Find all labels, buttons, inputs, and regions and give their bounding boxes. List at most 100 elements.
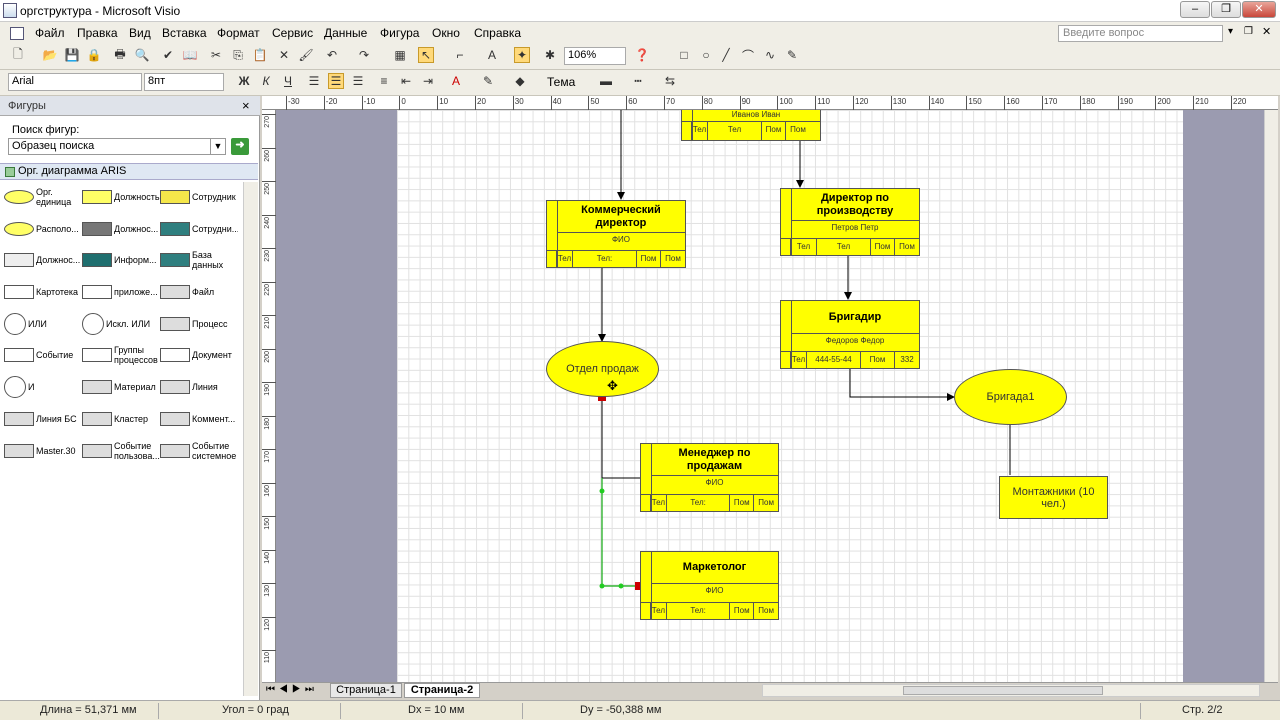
stencil-shape[interactable]: Должнос... xyxy=(4,245,82,275)
line-ends-icon[interactable]: ⇆ xyxy=(662,73,678,89)
stamp-tool-icon[interactable]: ✱ xyxy=(542,47,558,63)
stencil-shape[interactable]: Коммент... xyxy=(160,404,238,434)
stencil-shape[interactable]: приложе... xyxy=(82,277,160,307)
production-director-shape[interactable]: Директор по производству Петров Петр Тел… xyxy=(780,188,920,256)
stencil-shape[interactable]: Группы процессов xyxy=(82,340,160,370)
stencil-shape[interactable]: Искл. ИЛИ xyxy=(82,309,160,339)
bullets-icon[interactable]: ≡ xyxy=(376,73,392,89)
stencil-shape[interactable]: Линия БС xyxy=(4,404,82,434)
stencil-shape[interactable]: Располо... xyxy=(4,214,82,244)
copy-icon[interactable]: ⎘ xyxy=(230,47,246,63)
stencil-shape[interactable]: Событие xyxy=(4,340,82,370)
horizontal-scrollbar[interactable] xyxy=(762,684,1260,697)
cut-icon[interactable]: ✂ xyxy=(208,47,224,63)
stencil-shape[interactable]: Файл xyxy=(160,277,238,307)
menu-view[interactable]: Вид xyxy=(129,26,151,40)
top-director-shape[interactable]: Иванов Иван Тел Тел Пом Пом xyxy=(681,108,821,141)
scroll-thumb[interactable] xyxy=(903,686,1103,695)
pointer-tool-icon[interactable]: ↖ xyxy=(418,47,434,63)
stencil-shape[interactable]: Сотрудник xyxy=(160,182,238,212)
permission-icon[interactable]: 🔒 xyxy=(86,47,102,63)
stencil-shape[interactable]: Картотека xyxy=(4,277,82,307)
brigada-shape[interactable]: Бригада1 xyxy=(954,369,1067,425)
stencil-shape[interactable]: Процесс xyxy=(160,309,238,339)
stencil-shape[interactable]: Линия xyxy=(160,372,238,402)
stencil-shape[interactable]: Кластер xyxy=(82,404,160,434)
stencil-shape[interactable]: Событие пользова... xyxy=(82,436,160,466)
sales-manager-shape[interactable]: Менеджер по продажам ФИО Тел Тел: Пом Пом xyxy=(640,443,779,512)
menu-edit[interactable]: Правка xyxy=(77,26,118,40)
line-pattern-icon[interactable]: ┅ xyxy=(630,73,646,89)
close-button[interactable]: ✕ xyxy=(1242,1,1276,18)
print-icon[interactable]: 🖶 xyxy=(112,47,128,63)
search-dropdown-icon[interactable]: ▼ xyxy=(210,139,225,154)
stencil-shape[interactable]: Должность xyxy=(82,182,160,212)
font-size-combo[interactable]: 8пт xyxy=(144,73,224,91)
shapes-window-icon[interactable]: ▦ xyxy=(392,47,408,63)
menu-data[interactable]: Данные xyxy=(324,26,367,40)
decrease-indent-icon[interactable]: ⇤ xyxy=(398,73,414,89)
connector-tool-icon[interactable]: ⌐ xyxy=(452,47,468,63)
brigadir-shape[interactable]: Бригадир Федоров Федор Тел 444-55-44 Пом 33… xyxy=(780,300,920,369)
marketer-shape[interactable]: Маркетолог ФИО Тел Тел: Пом Пом xyxy=(640,551,779,620)
open-icon[interactable]: 📂 xyxy=(42,47,58,63)
menu-format[interactable]: Формат xyxy=(217,26,260,40)
stencil-shape[interactable]: Орг. единица xyxy=(4,182,82,212)
font-color-icon[interactable]: A xyxy=(448,73,464,89)
stencil-shape[interactable]: Должнос... xyxy=(82,214,160,244)
sales-department-shape[interactable]: Отдел продаж xyxy=(546,341,659,397)
menu-tools[interactable]: Сервис xyxy=(272,26,313,40)
minimize-button[interactable]: – xyxy=(1180,1,1210,18)
tab-page-2[interactable]: Страница-2 xyxy=(404,683,480,698)
stencil-shape[interactable]: Материал xyxy=(82,372,160,402)
freeform-tool-icon[interactable]: ∿ xyxy=(762,47,778,63)
line-weight-icon[interactable]: ▬ xyxy=(598,73,614,89)
line-tool-icon[interactable]: ╱ xyxy=(718,47,734,63)
print-preview-icon[interactable]: 🔍 xyxy=(134,47,150,63)
stencil-shape[interactable]: Событие системное xyxy=(160,436,238,466)
save-icon[interactable]: 💾 xyxy=(64,47,80,63)
doc-close-icon[interactable]: ✕ xyxy=(1262,25,1271,38)
vertical-scrollbar[interactable] xyxy=(1264,110,1278,682)
stencil-shape[interactable]: Сотрудни... xyxy=(160,214,238,244)
underline-icon[interactable]: Ч xyxy=(280,73,296,89)
menu-window[interactable]: Окно xyxy=(432,26,460,40)
align-center-icon[interactable]: ☰ xyxy=(328,73,344,89)
doc-restore-icon[interactable]: ❐ xyxy=(1244,26,1253,37)
installers-shape[interactable]: Монтажники (10 чел.) xyxy=(999,476,1108,519)
document-icon[interactable] xyxy=(10,27,24,40)
menu-shape[interactable]: Фигура xyxy=(380,26,419,40)
menu-file[interactable]: Файл xyxy=(35,26,65,40)
close-panel-icon[interactable]: × xyxy=(242,98,250,113)
pencil-tool-icon[interactable]: ✎ xyxy=(784,47,800,63)
font-combo[interactable]: Arial xyxy=(8,73,142,91)
search-go-icon[interactable]: ➜ xyxy=(231,138,249,155)
maximize-button[interactable]: ❐ xyxy=(1211,1,1241,18)
bold-icon[interactable]: Ж xyxy=(236,73,252,89)
delete-icon[interactable]: ✕ xyxy=(276,47,292,63)
stencil-shape[interactable]: База данных xyxy=(160,245,238,275)
commercial-director-shape[interactable]: Коммерческий директор ФИО Тел Тел: Пом Пом xyxy=(546,200,686,268)
fill-color-icon[interactable]: ◆ xyxy=(512,73,528,89)
arc-tool-icon[interactable]: ⌒ xyxy=(740,47,756,63)
help-dropdown-icon[interactable]: ▾ xyxy=(1228,26,1233,37)
italic-icon[interactable]: К xyxy=(258,73,274,89)
new-icon[interactable]: 🗋 xyxy=(10,47,26,63)
drawing-area[interactable]: Иванов Иван Тел Тел Пом Пом Коммерческий ди… xyxy=(262,96,1278,682)
text-tool-icon[interactable]: A xyxy=(484,47,500,63)
help-icon[interactable]: ❓ xyxy=(634,47,650,63)
stencil-header[interactable]: Орг. диаграмма ARIS xyxy=(0,163,258,180)
format-painter-icon[interactable]: 🖌 xyxy=(298,47,314,63)
visio-app-icon[interactable] xyxy=(3,3,17,18)
align-left-icon[interactable]: ☰ xyxy=(306,73,322,89)
tab-page-1[interactable]: Страница-1 xyxy=(330,683,402,698)
help-search-input[interactable]: Введите вопрос xyxy=(1058,25,1223,42)
stencil-shape[interactable]: ИЛИ xyxy=(4,309,82,339)
tab-nav-arrows-icon[interactable]: ⏮◀▶⏭ xyxy=(266,684,318,695)
theme-button[interactable]: Тема xyxy=(547,75,575,89)
stencil-shape[interactable]: Информ... xyxy=(82,245,160,275)
panel-scrollbar[interactable] xyxy=(243,182,258,696)
undo-icon[interactable]: ↶ xyxy=(324,47,340,63)
line-color-icon[interactable]: ✎ xyxy=(480,73,496,89)
rectangle-tool-icon[interactable]: □ xyxy=(676,47,692,63)
